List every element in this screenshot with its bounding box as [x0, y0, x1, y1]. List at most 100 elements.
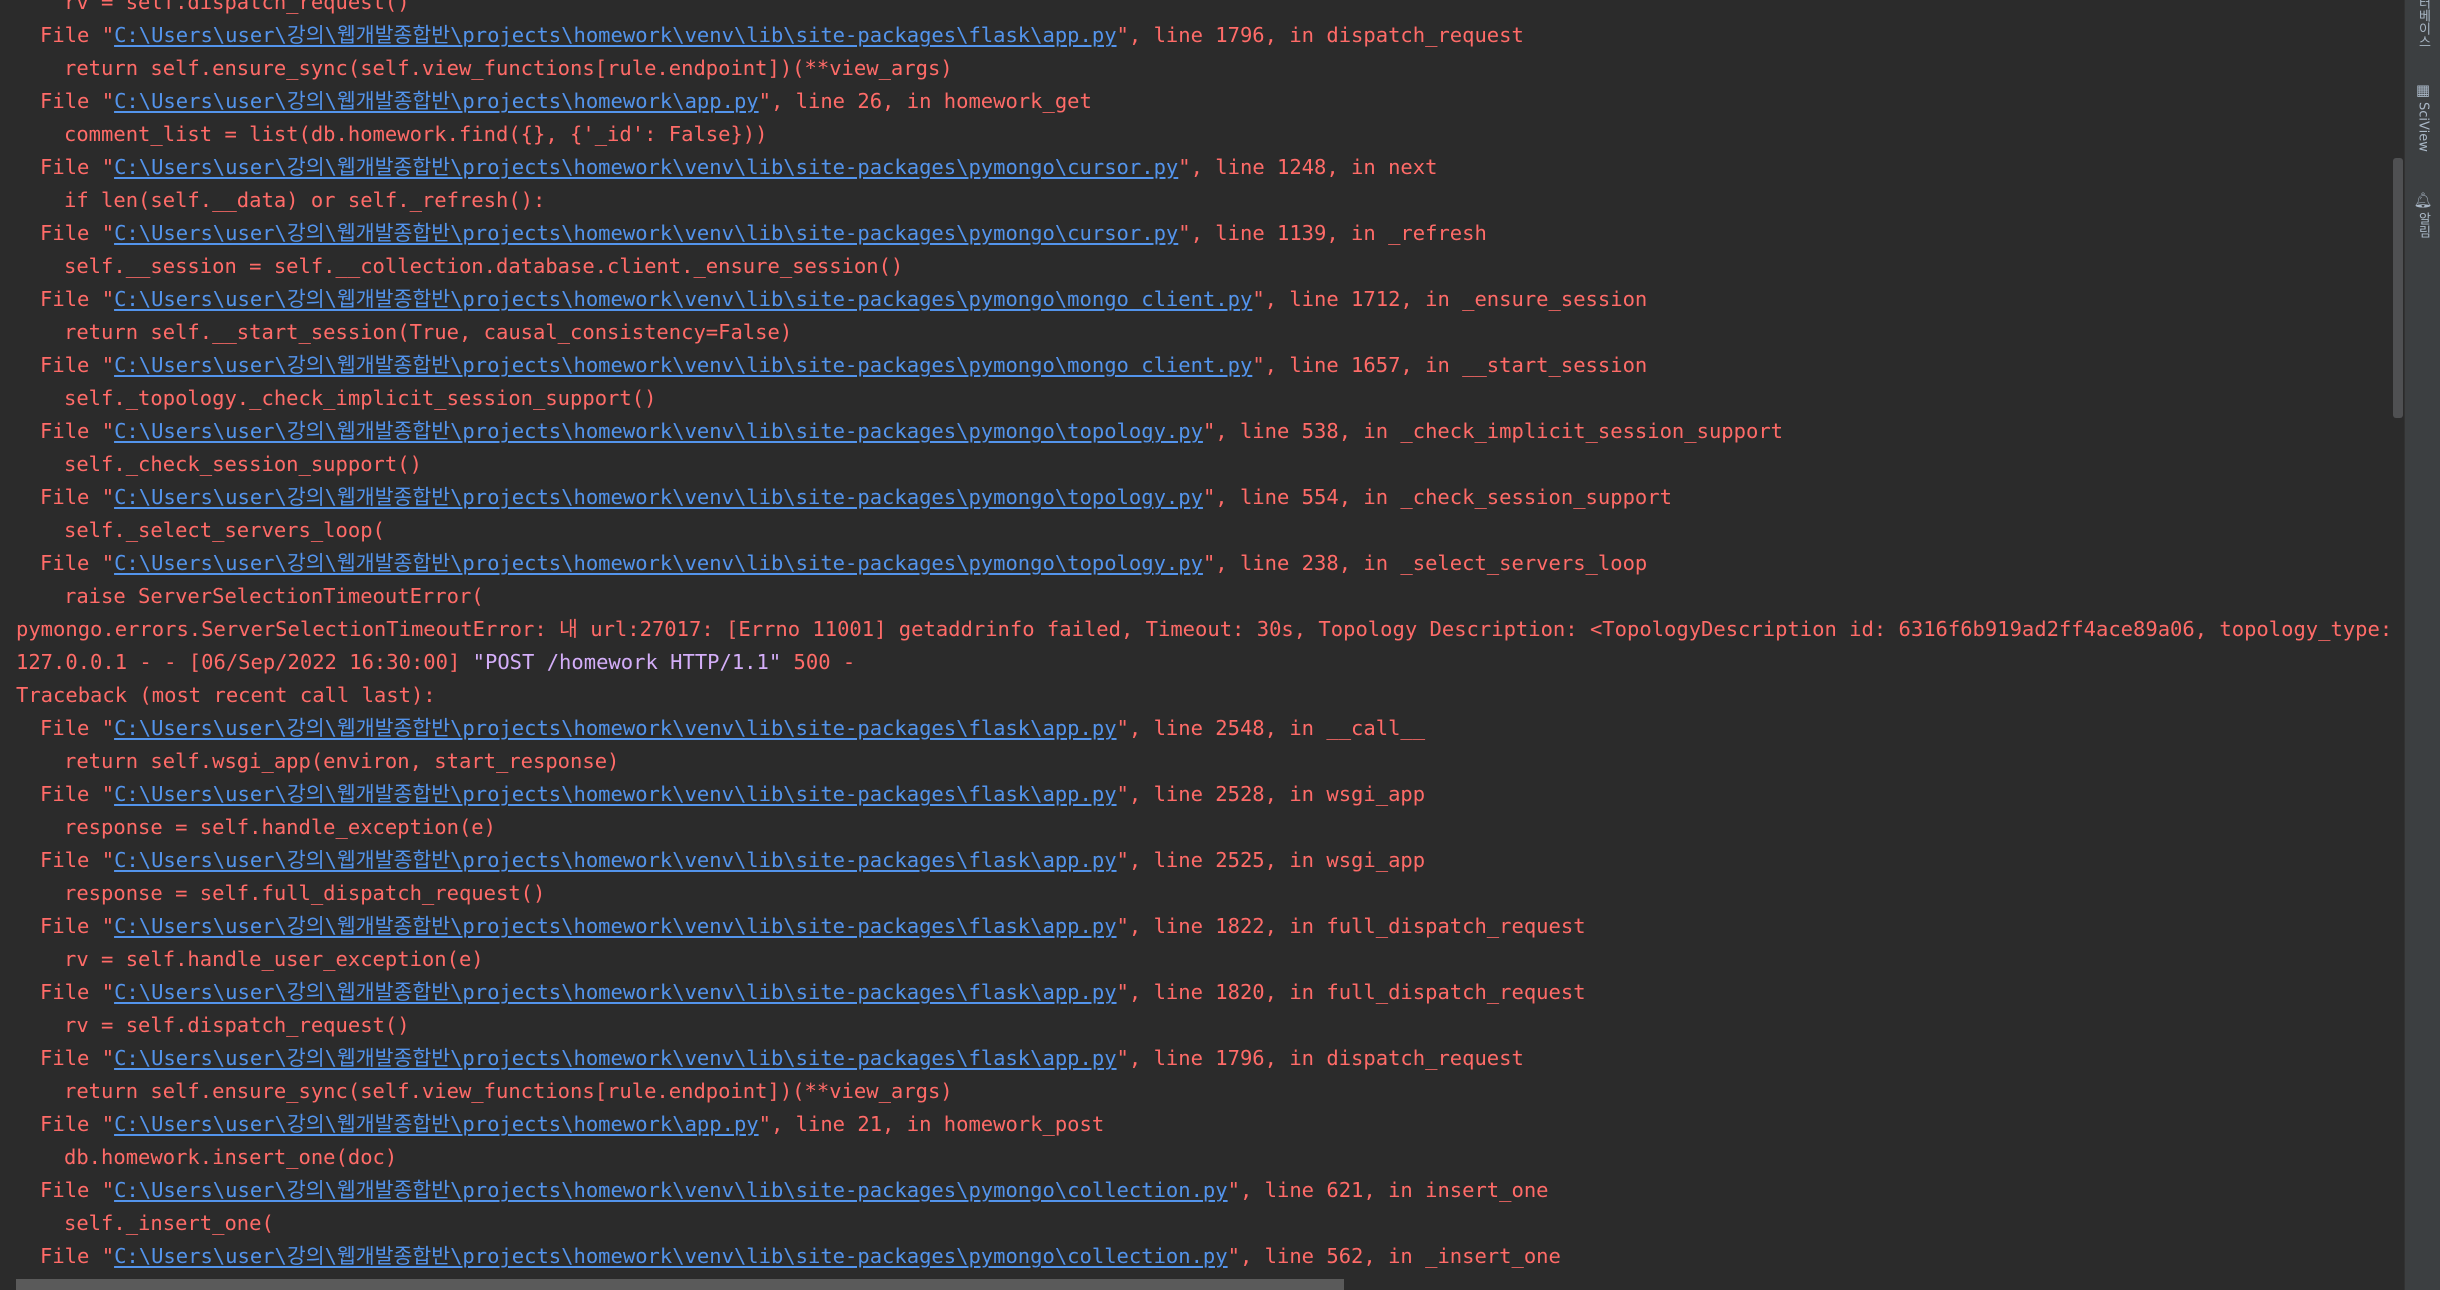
traceback-file-line: File "C:\Users\user\강의\웹개발종합반\projects\h… [0, 910, 2390, 943]
file-prefix: File " [40, 1178, 115, 1202]
file-prefix: File " [40, 485, 115, 509]
line-location: ", line 554, in _check_session_support [1202, 485, 1672, 509]
file-prefix: File " [40, 848, 115, 872]
file-path-link[interactable]: C:\Users\user\강의\웹개발종합반\projects\homewor… [114, 914, 1116, 938]
file-prefix: File " [40, 353, 115, 377]
traceback-code-line: return self.__start_session(True, causal… [64, 320, 793, 344]
notifications-tab[interactable]: 🔔︎ 알림 [2405, 192, 2440, 238]
request-log-line: 127.0.0.1 - - [06/Sep/2022 16:30:00] "PO… [0, 646, 2390, 679]
file-path-link[interactable]: C:\Users\user\강의\웹개발종합반\projects\homewor… [114, 1244, 1228, 1268]
file-prefix: File " [40, 419, 115, 443]
traceback-file-line: File "C:\Users\user\강의\웹개발종합반\projects\h… [0, 1240, 2390, 1273]
traceback-code-line: return self.wsgi_app(environ, start_resp… [64, 749, 620, 773]
line-location: ", line 2528, in wsgi_app [1116, 782, 1426, 806]
bell-icon: 🔔︎ [2413, 191, 2433, 209]
traceback-code-line: return self.ensure_sync(self.view_functi… [64, 56, 953, 80]
traceback-file-line: File "C:\Users\user\강의\웹개발종합반\projects\h… [0, 151, 2390, 184]
file-prefix: File " [40, 23, 115, 47]
right-tool-window-bar: 데이터베이스 ▦ SciView 🔔︎ 알림 [2404, 0, 2440, 1290]
line-location: ", line 2548, in __call__ [1116, 716, 1426, 740]
traceback-file-line: File "C:\Users\user\강의\웹개발종합반\projects\h… [0, 1108, 2390, 1141]
line-location: ", line 2525, in wsgi_app [1116, 848, 1426, 872]
file-path-link[interactable]: C:\Users\user\강의\웹개발종합반\projects\homewor… [114, 23, 1116, 47]
file-prefix: File " [40, 782, 115, 806]
file-path-link[interactable]: C:\Users\user\강의\웹개발종합반\projects\homewor… [114, 155, 1178, 179]
request-string: "POST /homework HTTP/1.1" [472, 650, 782, 674]
line-location: ", line 1657, in __start_session [1252, 353, 1648, 377]
file-path-link[interactable]: C:\Users\user\강의\웹개발종합반\projects\homewor… [114, 353, 1252, 377]
error-message-line: pymongo.errors.ServerSelectionTimeoutErr… [16, 617, 2390, 641]
traceback-code-line: self.__session = self.__collection.datab… [64, 254, 904, 278]
file-prefix: File " [40, 221, 115, 245]
traceback-file-line: File "C:\Users\user\강의\웹개발종합반\projects\h… [0, 283, 2390, 316]
traceback-code-line: return self.ensure_sync(self.view_functi… [64, 1079, 953, 1103]
file-path-link[interactable]: C:\Users\user\강의\웹개발종합반\projects\homewor… [114, 980, 1116, 1004]
line-location: ", line 1820, in full_dispatch_request [1116, 980, 1586, 1004]
traceback-file-line: File "C:\Users\user\강의\웹개발종합반\projects\h… [0, 1042, 2390, 1075]
horizontal-scrollbar[interactable] [16, 1279, 1344, 1290]
file-path-link[interactable]: C:\Users\user\강의\웹개발종합반\projects\homewor… [114, 419, 1203, 443]
file-path-link[interactable]: C:\Users\user\강의\웹개발종합반\projects\homewor… [114, 1046, 1116, 1070]
traceback-code-line: rv = self.handle_user_exception(e) [64, 947, 484, 971]
traceback-code-line: self._check_session_support() [64, 452, 422, 476]
file-path-link[interactable]: C:\Users\user\강의\웹개발종합반\projects\homewor… [114, 287, 1252, 311]
traceback-file-line: File "C:\Users\user\강의\웹개발종합반\projects\h… [0, 217, 2390, 250]
request-log-prefix: 127.0.0.1 - - [06/Sep/2022 16:30:00] [16, 650, 473, 674]
line-location: ", line 238, in _select_servers_loop [1202, 551, 1648, 575]
traceback-file-line: File "C:\Users\user\강의\웹개발종합반\projects\h… [0, 547, 2390, 580]
file-path-link[interactable]: C:\Users\user\강의\웹개발종합반\projects\homewor… [114, 89, 759, 113]
line-location: ", line 562, in _insert_one [1227, 1244, 1561, 1268]
file-prefix: File " [40, 89, 115, 113]
line-location: ", line 1139, in _refresh [1178, 221, 1487, 245]
file-prefix: File " [40, 1112, 115, 1136]
notifications-tab-label: 알림 [2415, 212, 2431, 238]
line-location: ", line 1796, in dispatch_request [1116, 23, 1524, 47]
traceback-file-line: File "C:\Users\user\강의\웹개발종합반\projects\h… [0, 349, 2390, 382]
file-path-link[interactable]: C:\Users\user\강의\웹개발종합반\projects\homewor… [114, 551, 1203, 575]
sciview-tab[interactable]: ▦ SciView [2405, 82, 2440, 152]
database-tab-label: 데이터베이스 [2415, 0, 2431, 48]
traceback-code-line: response = self.handle_exception(e) [64, 815, 496, 839]
file-path-link[interactable]: C:\Users\user\강의\웹개발종합반\projects\homewor… [114, 1178, 1228, 1202]
request-status: 500 - [781, 650, 856, 674]
traceback-code-line: response = self.full_dispatch_request() [64, 881, 546, 905]
line-location: ", line 1712, in _ensure_session [1252, 287, 1648, 311]
file-path-link[interactable]: C:\Users\user\강의\웹개발종합반\projects\homewor… [114, 485, 1203, 509]
grid-icon: ▦ [2415, 81, 2431, 99]
traceback-code-line: db.homework.insert_one(doc) [64, 1145, 398, 1169]
traceback-code-line: comment_list = list(db.homework.find({},… [64, 122, 768, 146]
file-path-link[interactable]: C:\Users\user\강의\웹개발종합반\projects\homewor… [114, 1112, 759, 1136]
line-location: ", line 621, in insert_one [1227, 1178, 1549, 1202]
traceback-file-line: File "C:\Users\user\강의\웹개발종합반\projects\h… [0, 778, 2390, 811]
traceback-file-line: File "C:\Users\user\강의\웹개발종합반\projects\h… [0, 976, 2390, 1009]
traceback-file-line: File "C:\Users\user\강의\웹개발종합반\projects\h… [0, 844, 2390, 877]
traceback-file-line: File "C:\Users\user\강의\웹개발종합반\projects\h… [0, 712, 2390, 745]
file-prefix: File " [40, 980, 115, 1004]
traceback-file-line: File "C:\Users\user\강의\웹개발종합반\projects\h… [0, 19, 2390, 52]
vertical-scrollbar-thumb[interactable] [2393, 158, 2403, 418]
database-tab[interactable]: 데이터베이스 [2405, 0, 2440, 48]
traceback-code-line: self._topology._check_implicit_session_s… [64, 386, 657, 410]
file-path-link[interactable]: C:\Users\user\강의\웹개발종합반\projects\homewor… [114, 716, 1116, 740]
file-path-link[interactable]: C:\Users\user\강의\웹개발종합반\projects\homewor… [114, 782, 1116, 806]
traceback-code-line: if len(self.__data) or self._refresh(): [64, 188, 546, 212]
file-prefix: File " [40, 1046, 115, 1070]
traceback-code-line: raise ServerSelectionTimeoutError( [64, 584, 484, 608]
traceback-code-line: rv = self.dispatch_request() [64, 1013, 410, 1037]
traceback-file-line: File "C:\Users\user\강의\웹개발종합반\projects\h… [0, 415, 2390, 448]
file-prefix: File " [40, 287, 115, 311]
line-location: ", line 26, in homework_get [758, 89, 1092, 113]
file-prefix: File " [40, 155, 115, 179]
run-console-output[interactable]: rv = self.dispatch_request() File "C:\Use… [0, 0, 2390, 1290]
traceback-code-line: rv = self.dispatch_request() [64, 0, 410, 14]
traceback-file-line: File "C:\Users\user\강의\웹개발종합반\projects\h… [0, 481, 2390, 514]
file-path-link[interactable]: C:\Users\user\강의\웹개발종합반\projects\homewor… [114, 848, 1116, 872]
file-path-link[interactable]: C:\Users\user\강의\웹개발종합반\projects\homewor… [114, 221, 1178, 245]
sciview-tab-label: SciView [2415, 102, 2431, 152]
line-location: ", line 1796, in dispatch_request [1116, 1046, 1524, 1070]
traceback-code-line: self._insert_one( [64, 1211, 274, 1235]
line-location: ", line 1822, in full_dispatch_request [1116, 914, 1586, 938]
traceback-code-line: self._select_servers_loop( [64, 518, 385, 542]
file-prefix: File " [40, 551, 115, 575]
console-lines: rv = self.dispatch_request() File "C:\Use… [0, 0, 2390, 1290]
